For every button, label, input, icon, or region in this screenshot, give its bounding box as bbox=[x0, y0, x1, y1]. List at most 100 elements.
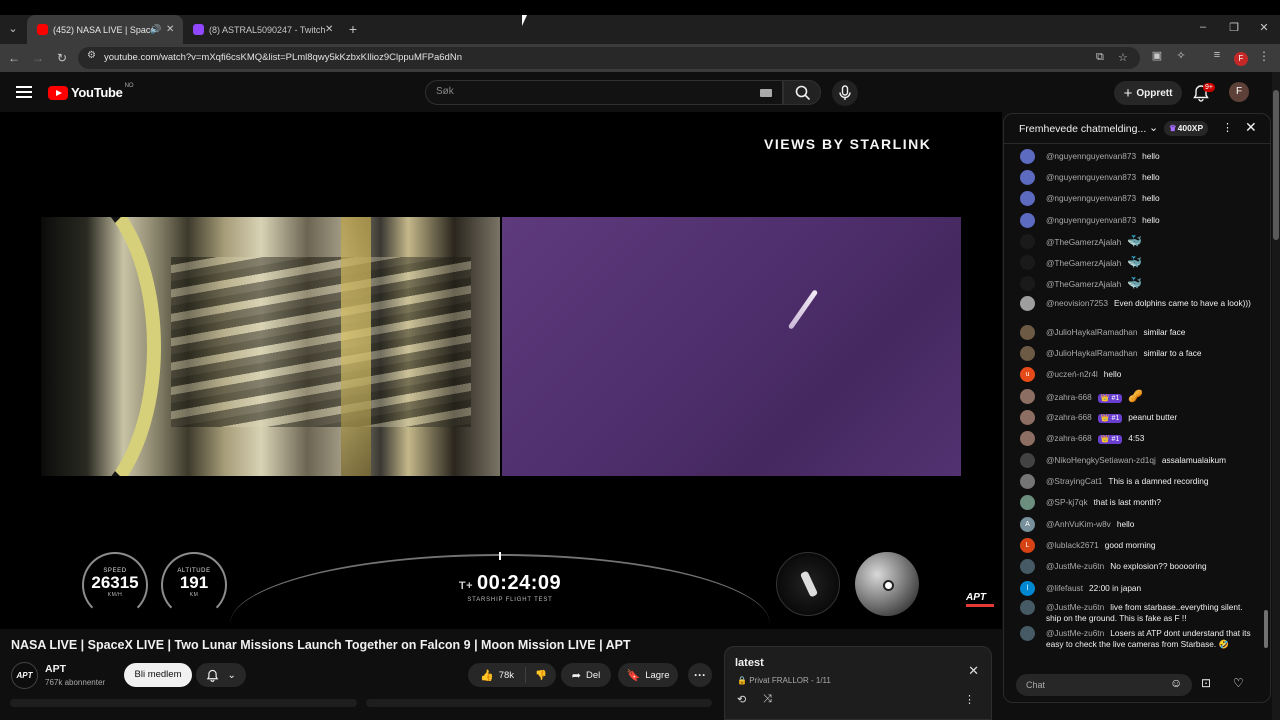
chat-message[interactable]: @JustMe-zu6tn No explosion?? booooring bbox=[1020, 559, 1256, 574]
tab-youtube[interactable]: (452) NASA LIVE | SpaceX LI 🔊 ✕ bbox=[27, 15, 183, 44]
chat-message[interactable]: @zahra-668 👑 #1 peanut butter bbox=[1020, 410, 1256, 425]
tab-search-button[interactable]: ⌄ bbox=[5, 19, 21, 39]
like-button[interactable]: 👍 78k bbox=[468, 667, 526, 683]
address-bar[interactable]: ⚙ youtube.com/watch?v=mXqfi6csKMQ&list=P… bbox=[78, 47, 1140, 69]
minimize-button[interactable]: – bbox=[1196, 21, 1210, 33]
chat-message[interactable]: @nguyennguyenvan873 hello bbox=[1020, 170, 1256, 185]
restore-button[interactable]: ❐ bbox=[1227, 21, 1241, 34]
scrollbar-thumb[interactable] bbox=[1264, 610, 1268, 648]
speaker-icon[interactable]: 🔊 bbox=[150, 24, 161, 35]
tab-twitch[interactable]: (8) ASTRAL5090247 - Twitch ✕ bbox=[183, 15, 343, 44]
extensions-puzzle-icon[interactable]: ✧ bbox=[1174, 49, 1188, 62]
keyboard-icon[interactable] bbox=[760, 89, 772, 97]
subscription-bell-button[interactable]: ⌄ bbox=[196, 663, 246, 687]
chat-author[interactable]: @neovision7253 bbox=[1046, 298, 1108, 308]
chat-author[interactable]: @nguyennguyenvan873 bbox=[1046, 172, 1136, 182]
super-chat-icon[interactable]: ⊡ bbox=[1201, 676, 1211, 690]
playlist-title[interactable]: latest bbox=[735, 657, 764, 669]
chat-message[interactable]: @zahra-668 👑 #1 4:53 bbox=[1020, 431, 1256, 446]
account-avatar[interactable]: F bbox=[1229, 82, 1249, 102]
chat-message[interactable]: L @lublack2671 good morning bbox=[1020, 538, 1256, 553]
close-chat-icon[interactable]: ✕ bbox=[1245, 119, 1257, 136]
chat-mode-selector[interactable]: Fremhevede chatmelding... bbox=[1019, 123, 1146, 135]
xp-badge[interactable]: ♛400XP bbox=[1164, 121, 1209, 136]
chat-menu-icon[interactable]: ⋮ bbox=[1222, 121, 1233, 134]
chat-message[interactable]: @nguyennguyenvan873 hello bbox=[1020, 149, 1256, 164]
chat-message[interactable]: @SP-kj7qk that is last month? bbox=[1020, 495, 1256, 510]
browser-menu-icon[interactable]: ⋮ bbox=[1258, 49, 1270, 63]
chat-avatar[interactable] bbox=[1020, 149, 1035, 164]
description-preview[interactable] bbox=[10, 699, 357, 707]
channel-avatar[interactable]: APT bbox=[11, 662, 38, 689]
chat-author[interactable]: @TheGamerzAjalah bbox=[1046, 237, 1121, 247]
chat-author[interactable]: @zahra-668 bbox=[1046, 433, 1092, 443]
chat-author[interactable]: @lifefaust bbox=[1046, 583, 1083, 593]
chat-author[interactable]: @TheGamerzAjalah bbox=[1046, 279, 1121, 289]
chat-message-list[interactable]: @nguyennguyenvan873 hello @nguyennguyenvan… bbox=[1004, 145, 1262, 665]
media-control-icon[interactable]: ≡ bbox=[1210, 49, 1224, 61]
chat-avatar[interactable] bbox=[1020, 626, 1035, 641]
site-info-icon[interactable]: ⚙ bbox=[87, 50, 96, 61]
chat-avatar[interactable] bbox=[1020, 234, 1035, 249]
chat-avatar[interactable] bbox=[1020, 191, 1035, 206]
chat-avatar[interactable] bbox=[1020, 325, 1035, 340]
video-player[interactable]: VIEWS BY STARLINK SPEED 26315 KM/H ALTIT… bbox=[0, 112, 1002, 629]
chat-author[interactable]: @nguyennguyenvan873 bbox=[1046, 151, 1136, 161]
chat-author[interactable]: @NikoHengkySetiawan-zd1qj bbox=[1046, 455, 1156, 465]
chat-author[interactable]: @JustMe-zu6tn bbox=[1046, 628, 1104, 638]
url-text[interactable]: youtube.com/watch?v=mXqfi6csKMQ&list=PLm… bbox=[104, 52, 462, 63]
tab-close-icon[interactable]: ✕ bbox=[325, 24, 333, 35]
chat-author[interactable]: @StrayingCat1 bbox=[1046, 476, 1102, 486]
chat-author[interactable]: @TheGamerzAjalah bbox=[1046, 258, 1121, 268]
chat-message[interactable]: @neovision7253 Even dolphins came to have… bbox=[1020, 296, 1256, 311]
chat-avatar[interactable]: u bbox=[1020, 367, 1035, 382]
chat-message[interactable]: @nguyennguyenvan873 hello bbox=[1020, 213, 1256, 228]
chat-message[interactable]: @StrayingCat1 This is a damned recording bbox=[1020, 474, 1256, 489]
voice-search-button[interactable] bbox=[832, 80, 858, 106]
dislike-button[interactable]: 👎 bbox=[526, 670, 556, 681]
chat-author[interactable]: @uczeń-n2r4l bbox=[1046, 369, 1098, 379]
chat-author[interactable]: @nguyennguyenvan873 bbox=[1046, 193, 1136, 203]
chat-message[interactable]: @TheGamerzAjalah 🐳 bbox=[1020, 255, 1256, 270]
emoji-icon[interactable]: ☺ bbox=[1170, 676, 1182, 690]
chat-avatar[interactable] bbox=[1020, 296, 1035, 311]
chat-message[interactable]: A @AnhVuKim-w8v hello bbox=[1020, 517, 1256, 532]
chat-avatar[interactable] bbox=[1020, 600, 1035, 615]
shuffle-icon[interactable]: ⤨ bbox=[763, 693, 772, 706]
bookmark-star-icon[interactable]: ☆ bbox=[1118, 51, 1128, 64]
search-button[interactable] bbox=[783, 80, 821, 105]
chat-message[interactable]: @TheGamerzAjalah 🐳 bbox=[1020, 276, 1256, 291]
browser-profile-avatar[interactable]: F bbox=[1234, 52, 1248, 66]
chat-author[interactable]: @JustMe-zu6tn bbox=[1046, 602, 1104, 612]
chat-avatar[interactable] bbox=[1020, 213, 1035, 228]
chat-message[interactable]: @TheGamerzAjalah 🐳 bbox=[1020, 234, 1256, 249]
chat-scrollbar[interactable] bbox=[1263, 145, 1270, 665]
chat-message[interactable]: @zahra-668 👑 #1 🥜 bbox=[1020, 389, 1256, 404]
back-button[interactable]: ← bbox=[6, 49, 22, 67]
join-membership-button[interactable]: Bli medlem bbox=[124, 663, 192, 687]
chat-author[interactable]: @JulioHaykalRamadhan bbox=[1046, 348, 1137, 358]
chat-author[interactable]: @AnhVuKim-w8v bbox=[1046, 519, 1111, 529]
hamburger-menu-icon[interactable] bbox=[16, 86, 32, 98]
install-app-icon[interactable]: ⧉ bbox=[1096, 51, 1104, 64]
tab-close-icon[interactable]: ✕ bbox=[166, 24, 174, 35]
chat-avatar[interactable]: l bbox=[1020, 581, 1035, 596]
chat-message[interactable]: @NikoHengkySetiawan-zd1qj assalamualaikum bbox=[1020, 453, 1256, 468]
chat-message[interactable]: @JustMe-zu6tn live from starbase..everyth… bbox=[1020, 600, 1256, 624]
save-button[interactable]: 🔖 Lagre bbox=[618, 663, 678, 687]
chat-avatar[interactable] bbox=[1020, 410, 1035, 425]
chat-avatar[interactable] bbox=[1020, 495, 1035, 510]
chat-avatar[interactable] bbox=[1020, 474, 1035, 489]
chat-author[interactable]: @SP-kj7qk bbox=[1046, 497, 1088, 507]
more-actions-button[interactable]: ··· bbox=[688, 663, 712, 687]
chat-message[interactable]: @JulioHaykalRamadhan similar to a face bbox=[1020, 346, 1256, 361]
chat-avatar[interactable] bbox=[1020, 559, 1035, 574]
new-tab-button[interactable]: + bbox=[346, 19, 360, 39]
chat-input[interactable]: Chat bbox=[1016, 674, 1192, 696]
chat-avatar[interactable]: A bbox=[1020, 517, 1035, 532]
chat-author[interactable]: @JustMe-zu6tn bbox=[1046, 561, 1104, 571]
chat-author[interactable]: @zahra-668 bbox=[1046, 412, 1092, 422]
chat-avatar[interactable] bbox=[1020, 389, 1035, 404]
scrollbar-thumb[interactable] bbox=[1273, 90, 1279, 240]
chat-message[interactable]: @JustMe-zu6tn Losers at ATP dont understa… bbox=[1020, 626, 1256, 650]
